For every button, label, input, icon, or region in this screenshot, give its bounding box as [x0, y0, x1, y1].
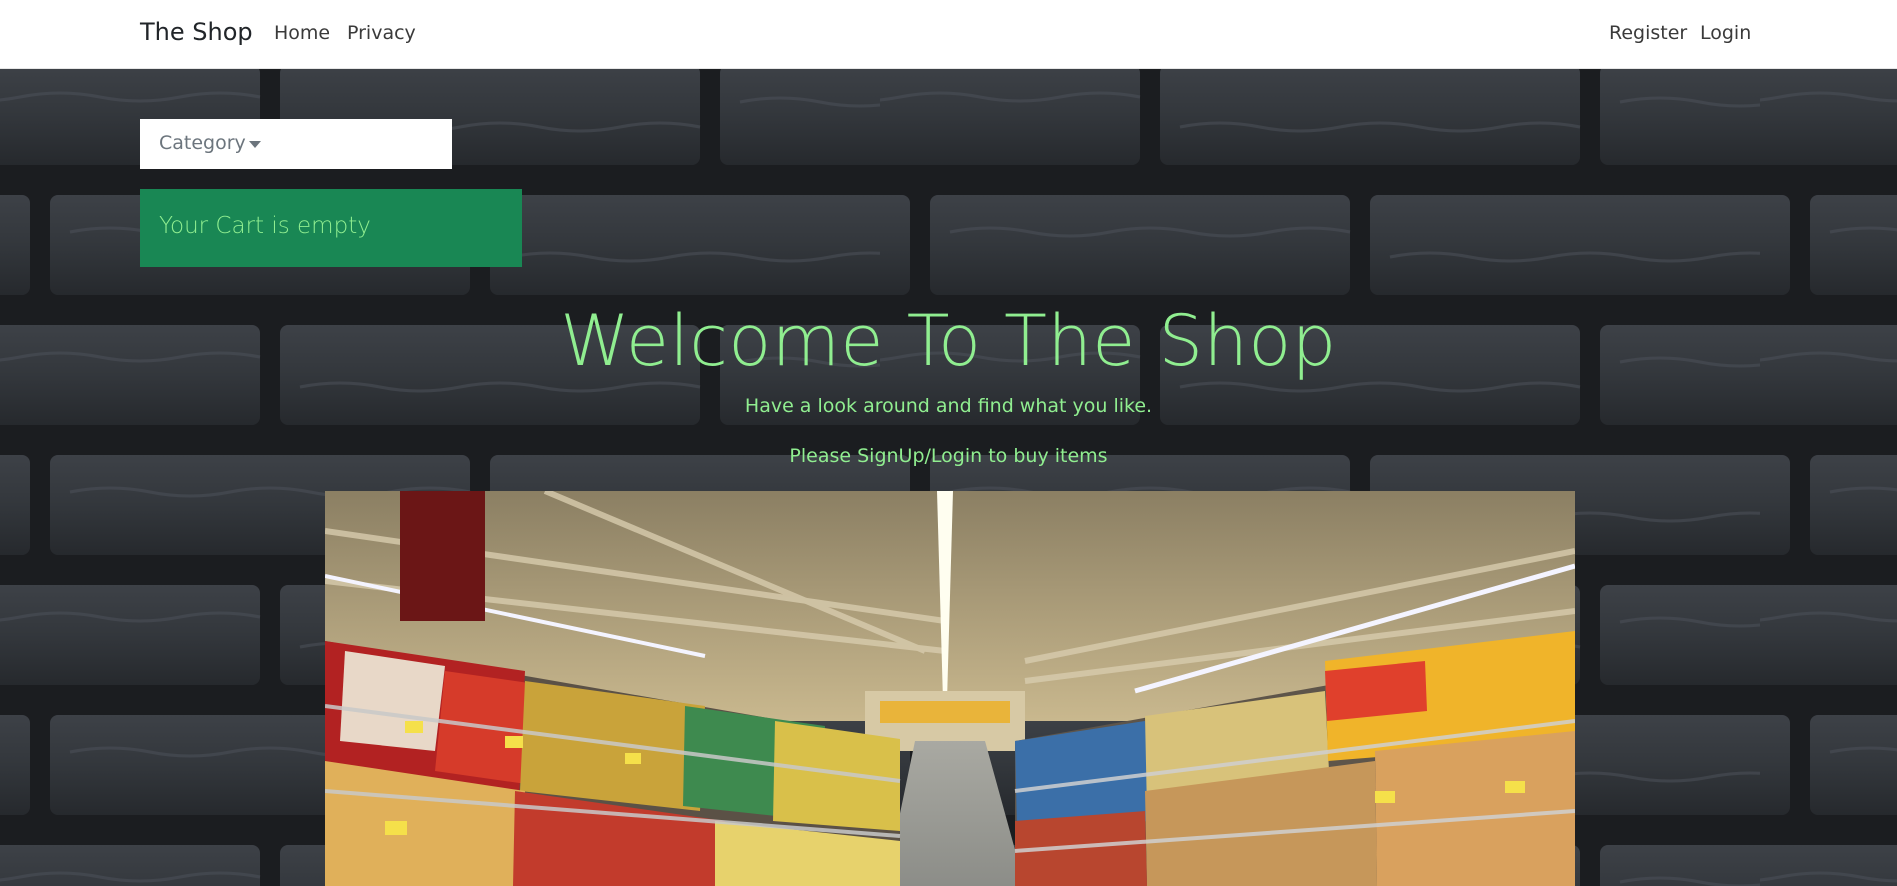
- page-title: Welcome To The Shop: [560, 300, 1337, 382]
- cart-status-box: Your Cart is empty: [140, 189, 522, 267]
- nav-register-link[interactable]: Register: [1609, 22, 1687, 44]
- caret-down-icon: [249, 141, 261, 148]
- nav-privacy-link[interactable]: Privacy: [347, 22, 416, 44]
- supermarket-aisle-image: [325, 491, 1575, 886]
- login-prompt: Please SignUp/Login to buy items: [789, 445, 1108, 467]
- nav-home-link[interactable]: Home: [274, 22, 330, 44]
- nav-login-link[interactable]: Login: [1700, 22, 1751, 44]
- category-dropdown[interactable]: Category: [140, 119, 452, 169]
- page-subtitle: Have a look around and find what you lik…: [744, 395, 1153, 417]
- cart-empty-message: Your Cart is empty: [159, 213, 371, 239]
- brand-link[interactable]: The Shop: [140, 18, 253, 46]
- category-label: Category: [159, 132, 246, 154]
- navbar: The Shop Home Privacy Register Login: [0, 0, 1897, 69]
